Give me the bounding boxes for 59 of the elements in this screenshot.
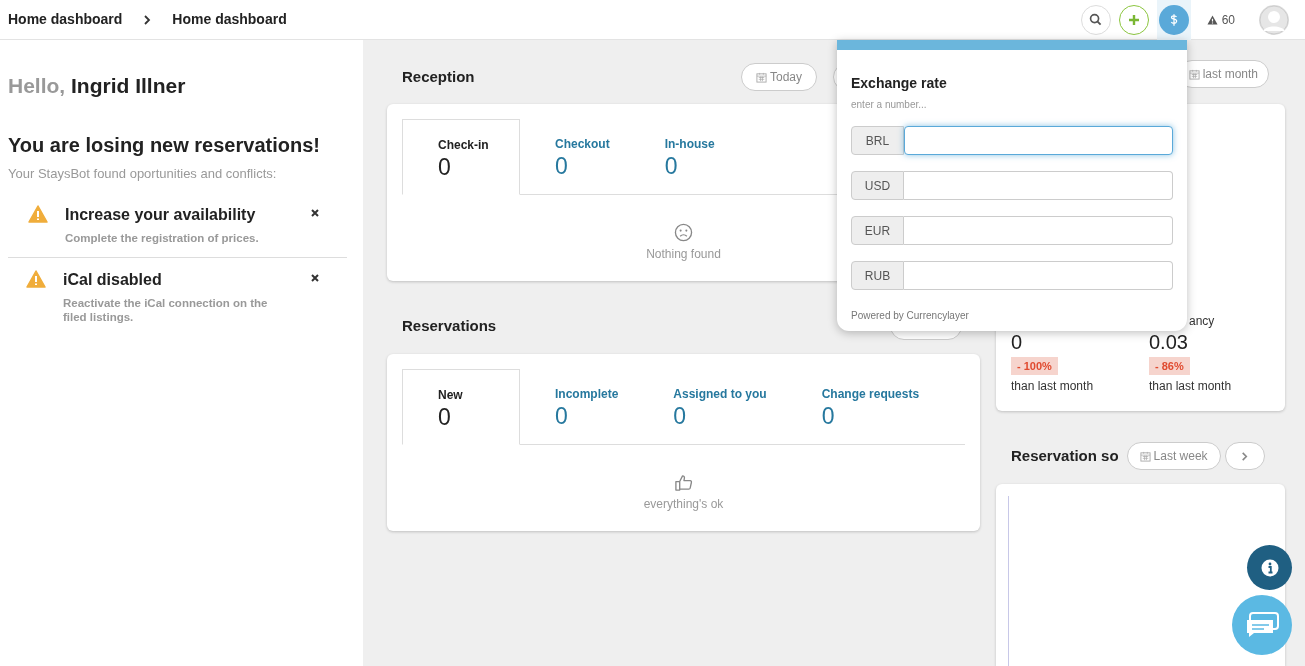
change-badge: - 100% [1011, 356, 1058, 376]
section-title: Reservation so [1011, 445, 1119, 466]
search-button[interactable] [1080, 4, 1111, 35]
plus-icon [1127, 13, 1140, 26]
period-button[interactable]: Last week [1126, 442, 1221, 471]
tab[interactable]: In-house 0 [629, 119, 735, 194]
alert-headline: You are losing new reservations! [8, 132, 321, 158]
section-title: Reception [402, 66, 475, 87]
alert-description: Reactivate the iCal connection on the filed listings. [63, 296, 269, 324]
tab[interactable]: Assigned to you 0 [638, 369, 787, 444]
tab[interactable]: Change requests 0 [786, 369, 940, 444]
powered-by-text: Powered by Currencylayer [851, 309, 969, 323]
alert-title: iCal disabled [63, 270, 163, 290]
calendar-icon [755, 71, 767, 83]
popover-title: Exchange rate [851, 74, 948, 93]
breadcrumb-link[interactable]: Home dashboard [172, 9, 287, 30]
alert-title: Increase your availability [65, 205, 257, 225]
empty-message: Nothing found [646, 246, 721, 263]
tab[interactable]: Checkout 0 [520, 119, 630, 194]
warning-icon [26, 270, 46, 288]
greeting-text: Hello, Ingrid Illner [8, 73, 187, 99]
tab[interactable]: Check-in 0 [402, 119, 520, 195]
close-button[interactable] [311, 209, 319, 217]
popover-hint: enter a number... [851, 98, 928, 112]
user-silhouette-icon [1259, 4, 1289, 35]
breadcrumb-link[interactable]: Home dashboard [8, 9, 123, 30]
chevron-icon [142, 14, 153, 25]
chat-icon [1245, 612, 1279, 638]
empty-message: everything's ok [643, 496, 724, 513]
tab[interactable]: Incomplete 0 [520, 369, 639, 444]
warning-icon [1206, 14, 1218, 25]
dollar-icon [1168, 12, 1179, 27]
avatar[interactable] [1259, 4, 1289, 35]
change-badge: - 86% [1149, 356, 1190, 376]
calendar-icon [1188, 68, 1200, 80]
metric-caption: than last month [1149, 378, 1232, 396]
calendar-icon [1139, 450, 1151, 462]
metric-label: ancy [1189, 312, 1215, 330]
close-button[interactable] [311, 274, 319, 282]
frown-icon [674, 223, 693, 242]
currency-tab[interactable] [1156, 0, 1191, 40]
metric-value: 0.03 [1149, 329, 1188, 354]
info-icon [1260, 558, 1279, 577]
chevron-icon [1240, 451, 1250, 461]
add-button[interactable] [1118, 4, 1149, 35]
alerts-button[interactable]: 60 [1206, 10, 1235, 29]
close-icon [311, 209, 319, 217]
metric-value: 0 [1011, 329, 1023, 354]
thumbs-up-icon [674, 473, 693, 492]
section-title: Reservations [402, 315, 497, 336]
next-button[interactable] [1224, 442, 1265, 471]
warning-icon [28, 205, 48, 223]
tab[interactable]: New 0 [402, 369, 520, 445]
close-icon [311, 274, 319, 282]
metric-caption: than last month [1011, 378, 1094, 396]
period-button[interactable]: Today [740, 63, 817, 91]
search-icon [1089, 13, 1103, 26]
alert-description: Complete the registration of prices. [65, 231, 260, 245]
alert-subtitle: Your StaysBot found oportunities and conflicts: [8, 164, 278, 183]
